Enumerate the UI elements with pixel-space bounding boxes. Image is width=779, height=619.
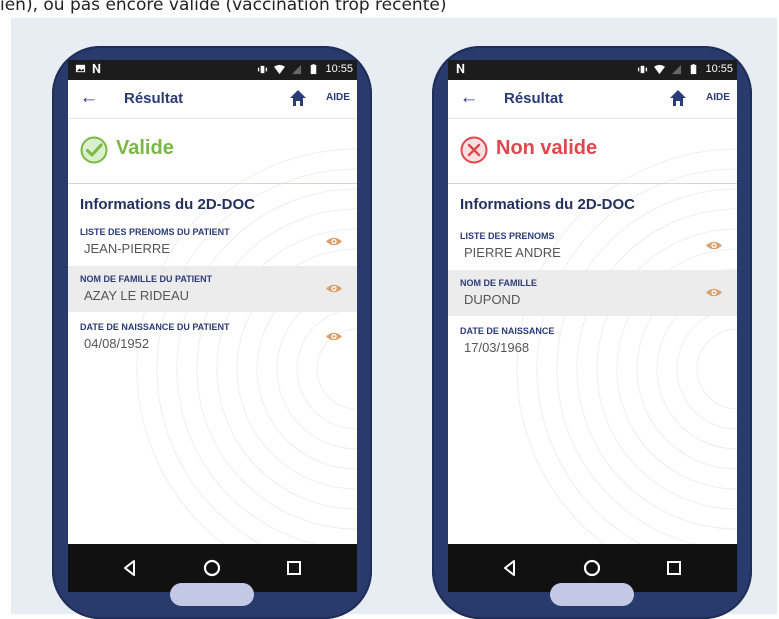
result-label: Valide [116,137,174,159]
field-value: AZAY LE RIDEAU [84,288,189,303]
field-value: JEAN-PIERRE [84,241,170,256]
section-title: Informations du 2D-DOC [460,196,635,213]
field-value: DUPOND [464,292,521,307]
back-arrow-icon[interactable]: ← [78,88,100,110]
status-bar: 10:55 [68,60,357,80]
field-label: DATE DE NAISSANCE [460,326,555,336]
field-label: LISTE DES PRENOMS [460,231,555,241]
status-time: 10:55 [705,63,733,75]
cross-circle-icon [460,136,488,164]
field-prenoms: LISTE DES PRENOMS DU PATIENT JEAN-PIERRE [68,219,357,265]
phone-valid: 10:55 ← Résultat AIDE Valide Information… [52,46,372,619]
app-bar: ← Résultat AIDE [68,80,357,119]
field-nom: NOM DE FAMILLE DUPOND [448,270,737,316]
status-bar: 10:55 [448,60,737,80]
eye-icon[interactable] [326,283,342,294]
field-value: 04/08/1952 [84,336,150,351]
result-content: Valide Informations du 2D-DOC LISTE DES … [68,119,357,544]
page-title: Résultat [504,90,564,107]
illustration-panel: 10:55 ← Résultat AIDE Valide Information… [11,18,777,619]
home-icon[interactable] [669,89,687,107]
eye-icon[interactable] [706,287,722,298]
wifi-icon [274,64,286,75]
home-circle-icon[interactable] [582,558,602,578]
wifi-icon [654,64,666,75]
aide-button[interactable]: AIDE [326,92,350,103]
home-icon[interactable] [289,89,307,107]
phone-home-button [550,583,634,606]
back-triangle-icon[interactable] [500,558,520,578]
field-label: LISTE DES PRENOMS DU PATIENT [80,227,230,237]
result-status: Non valide [448,119,737,184]
app-bar: ← Résultat AIDE [448,80,737,119]
field-label: DATE DE NAISSANCE DU PATIENT [80,322,230,332]
result-content: Non valide Informations du 2D-DOC LISTE … [448,119,737,544]
field-nom: NOM DE FAMILLE DU PATIENT AZAY LE RIDEAU [68,266,357,312]
aide-button[interactable]: AIDE [706,92,730,103]
field-label: NOM DE FAMILLE DU PATIENT [80,274,213,284]
nfc-icon [92,63,101,74]
nfc-icon [456,63,465,74]
field-prenoms: LISTE DES PRENOMS PIERRE ANDRE [448,223,737,269]
result-status: Valide [68,119,357,184]
battery-icon [311,64,317,75]
recents-square-icon[interactable] [664,558,684,578]
back-triangle-icon[interactable] [120,558,140,578]
phone-invalid: 10:55 ← Résultat AIDE Non valide Informa… [432,46,752,619]
page-title: Résultat [124,90,184,107]
eye-icon[interactable] [326,236,342,247]
field-naissance: DATE DE NAISSANCE 17/03/1968 [448,318,737,364]
vibrate-icon [258,65,268,74]
signal-icon [292,64,302,75]
field-naissance: DATE DE NAISSANCE DU PATIENT 04/08/1952 [68,314,357,360]
status-time: 10:55 [325,63,353,75]
phone-screen: 10:55 ← Résultat AIDE [68,60,357,592]
image-icon [75,64,86,73]
vibrate-icon [638,65,648,74]
eye-icon[interactable] [326,331,342,342]
signal-icon [672,64,682,75]
back-arrow-icon[interactable]: ← [458,88,480,110]
eye-icon[interactable] [706,240,722,251]
field-value: 17/03/1968 [464,340,530,355]
field-value: PIERRE ANDRE [464,245,561,260]
battery-icon [691,64,697,75]
home-circle-icon[interactable] [202,558,222,578]
check-circle-icon [80,136,108,164]
phone-home-button [170,583,254,606]
recents-square-icon[interactable] [284,558,304,578]
section-title: Informations du 2D-DOC [80,196,255,213]
caption-text: ien), ou pas encore valide (vaccination … [0,0,447,15]
result-label: Non valide [496,137,598,159]
field-label: NOM DE FAMILLE [460,278,537,288]
phone-screen: 10:55 ← Résultat AIDE [448,60,737,592]
